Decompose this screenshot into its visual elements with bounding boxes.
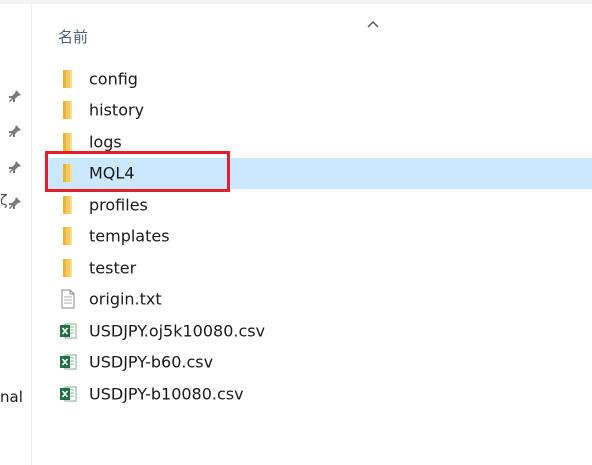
name-column-header[interactable]: 名前	[58, 26, 88, 47]
folder-icon	[59, 69, 77, 89]
sort-ascending-chevron-icon[interactable]	[366, 14, 380, 28]
folder-icon	[59, 100, 77, 120]
file-name-label: MQL4	[89, 163, 135, 183]
folder-icon	[59, 258, 77, 278]
top-border	[0, 0, 592, 4]
file-name-label: USDJPY-b60.csv	[89, 352, 214, 372]
file-list: config history logs MQL4 profiles templates te…	[46, 63, 592, 410]
folder-row[interactable]: templates	[46, 221, 592, 253]
nav-item-label-cutoff[interactable]: nal	[0, 388, 23, 406]
folder-row[interactable]: MQL4	[46, 157, 592, 189]
excel-file-icon	[59, 321, 77, 341]
folder-icon	[59, 226, 77, 246]
folder-icon	[59, 195, 77, 215]
file-name-label: logs	[89, 132, 122, 152]
folder-row[interactable]: tester	[46, 252, 592, 284]
folder-row[interactable]: history	[46, 95, 592, 127]
folder-icon	[59, 163, 77, 183]
file-name-label: origin.txt	[89, 289, 162, 309]
navigation-pane[interactable]: ζ nal	[0, 4, 32, 465]
pin-icon[interactable]	[7, 88, 23, 104]
file-name-label: history	[89, 100, 145, 120]
excel-file-icon	[59, 384, 77, 404]
text-file-icon	[59, 289, 77, 309]
pin-icon[interactable]	[7, 195, 23, 211]
excel-file-icon	[59, 352, 77, 372]
folder-row[interactable]: logs	[46, 126, 592, 158]
file-name-label: tester	[89, 258, 137, 278]
folder-icon	[59, 132, 77, 152]
file-name-label: USDJPY-b10080.csv	[89, 384, 244, 404]
pin-icon[interactable]	[7, 123, 23, 139]
file-name-label: profiles	[89, 195, 148, 215]
file-row[interactable]: origin.txt	[46, 284, 592, 316]
file-name-label: templates	[89, 226, 170, 246]
file-name-label: USDJPY.oj5k10080.csv	[89, 321, 266, 341]
file-row[interactable]: USDJPY-b10080.csv	[46, 378, 592, 410]
folder-row[interactable]: config	[46, 63, 592, 95]
file-row[interactable]: USDJPY.oj5k10080.csv	[46, 315, 592, 347]
file-name-label: config	[89, 69, 138, 89]
file-row[interactable]: USDJPY-b60.csv	[46, 347, 592, 379]
folder-row[interactable]: profiles	[46, 189, 592, 221]
pin-icon[interactable]	[7, 159, 23, 175]
